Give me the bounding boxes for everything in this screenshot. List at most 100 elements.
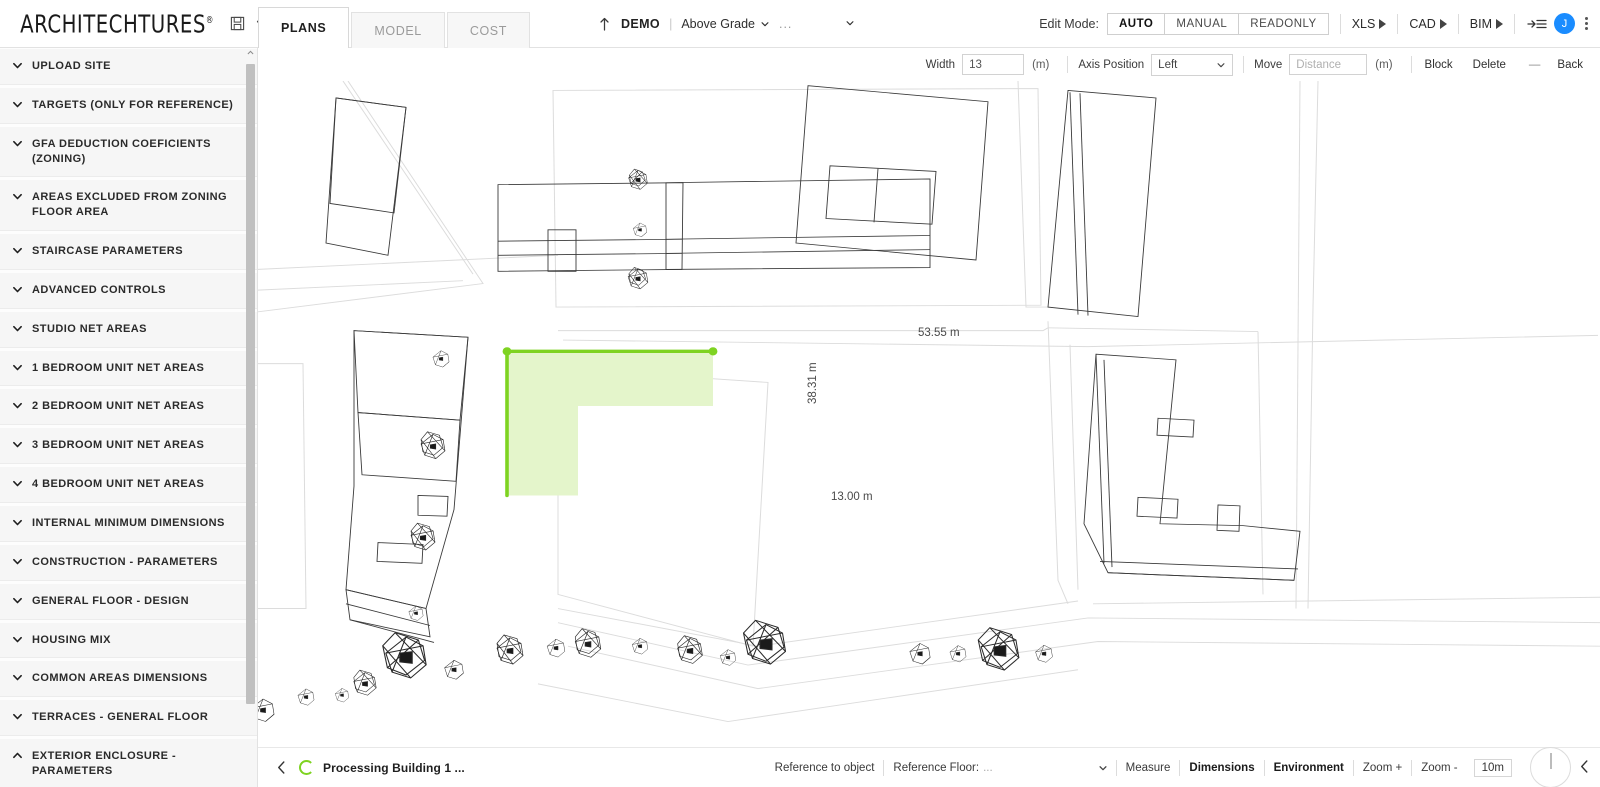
compass-needle: [1550, 753, 1551, 769]
sidebar-item-construction-parameters[interactable]: CONSTRUCTION - PARAMETERS: [0, 544, 257, 581]
sidebar-item-label: CONSTRUCTION - PARAMETERS: [32, 555, 218, 568]
divider: [1457, 13, 1459, 34]
export-cad-button[interactable]: CAD: [1409, 17, 1447, 31]
chevron-down-icon: [13, 286, 22, 293]
chevron-down-icon: [13, 558, 22, 565]
tab-cost[interactable]: COST: [446, 12, 530, 48]
sidebar-scroll-area: UPLOAD SITE TARGETS (only for reference)…: [0, 48, 257, 787]
sidebar-item-4-bedroom-unit-net-areas[interactable]: 4 BEDROOM UNIT NET AREAS: [0, 467, 257, 503]
sidebar-item-staircase-parameters[interactable]: STAIRCASE PARAMETERS: [0, 234, 257, 270]
sidebar-scrollbar[interactable]: [246, 56, 255, 787]
chevron-down-icon: [13, 636, 22, 642]
export-bim-button[interactable]: BIM: [1470, 17, 1503, 31]
reference-floor-value: ...: [983, 761, 993, 774]
kebab-menu-icon[interactable]: [1585, 17, 1588, 30]
arrow-to-list-icon[interactable]: [1526, 13, 1548, 35]
tab-plans[interactable]: PLANS: [258, 7, 350, 49]
sidebar-item-common-areas-dimensions[interactable]: COMMON AREAS DIMENSIONS: [0, 661, 257, 698]
zoom-in-button[interactable]: Zoom +: [1354, 762, 1411, 774]
edit-mode-readonly[interactable]: READONLY: [1239, 13, 1328, 34]
scale-indicator[interactable]: 10m: [1473, 758, 1512, 777]
dimension-label-top: 53.55 m: [918, 327, 960, 339]
dimension-label-left: 38.31 m: [807, 362, 819, 404]
sidebar-item-gfa-deduction-coeficients[interactable]: GFA DEDUCTION COEFICIENTS (ZONING): [0, 126, 257, 178]
sidebar-item-advanced-controls[interactable]: ADVANCED CONTROLS: [0, 272, 257, 309]
sidebar-item-upload-site[interactable]: UPLOAD SITE: [0, 49, 257, 85]
collapse-panel-icon[interactable]: [1579, 759, 1590, 777]
main-tabs: PLANS MODEL COST: [258, 0, 532, 49]
back-chevron-icon[interactable]: [270, 760, 293, 775]
distance-unit: (m): [1375, 58, 1393, 71]
grade-label: Above Grade: [681, 16, 755, 31]
edit-mode-manual[interactable]: MANUAL: [1165, 13, 1240, 34]
compass-dial-icon[interactable]: [1530, 747, 1571, 787]
vertex-handle[interactable]: [502, 347, 512, 356]
chevron-down-icon: [13, 247, 22, 254]
loading-spinner-icon: [299, 760, 314, 775]
project-dropdown-toggle[interactable]: [845, 17, 855, 31]
zoom-out-button[interactable]: Zoom -: [1412, 762, 1466, 774]
divider: [1339, 13, 1341, 34]
sidebar-item-internal-minimum-dimensions[interactable]: INTERNAL MINIMUM DIMENSIONS: [0, 505, 257, 542]
sidebar-item-studio-net-areas[interactable]: STUDIO NET AREAS: [0, 311, 257, 348]
grade-selector[interactable]: Above Grade: [681, 17, 770, 31]
axis-position-label: Axis Position: [1078, 58, 1145, 71]
chevron-down-icon: [13, 442, 22, 448]
axis-position-select[interactable]: Left: [1151, 53, 1234, 76]
tab-model[interactable]: MODEL: [351, 12, 445, 48]
reference-floor-select[interactable]: Reference Floor: ...: [884, 762, 1001, 774]
width-input[interactable]: 13: [962, 54, 1025, 75]
chevron-down-icon: [1099, 765, 1107, 770]
project-separator: |: [669, 16, 673, 31]
sidebar-item-housing-mix[interactable]: HOUSING MIX: [0, 622, 257, 659]
sidebar-item-2-bedroom-unit-net-areas[interactable]: 2 BEDROOM UNIT NET AREAS: [0, 389, 257, 426]
edit-toolbar: Width 13 (m) Axis Position Left Move Dis…: [258, 48, 1600, 81]
width-label: Width: [925, 58, 956, 71]
sidebar-item-label: 1 BEDROOM UNIT NET AREAS: [32, 361, 205, 374]
sidebar-item-label: AREAS EXCLUDED FROM ZONING FLOOR AREA: [32, 191, 228, 219]
chevron-down-icon: [13, 364, 22, 370]
chevron-down-icon: [13, 140, 22, 146]
project-name[interactable]: DEMO: [621, 17, 660, 31]
upload-arrow-icon[interactable]: [598, 13, 612, 35]
minus-button[interactable]: —: [1529, 59, 1541, 71]
chevron-down-icon: [13, 62, 22, 69]
status-bar: Processing Building 1 ... Reference to o…: [258, 747, 1600, 787]
chevron-down-icon: [13, 519, 22, 526]
sidebar-item-areas-excluded[interactable]: AREAS EXCLUDED FROM ZONING FLOOR AREA: [0, 180, 257, 232]
divider: [1067, 56, 1069, 73]
sidebar-item-exterior-enclosure-parameters[interactable]: EXTERIOR ENCLOSURE - PARAMETERS: [0, 739, 257, 787]
reference-floor-label: Reference Floor:: [893, 761, 980, 774]
sidebar-item-general-floor-design[interactable]: GENERAL FLOOR - DESIGN: [0, 583, 257, 620]
avatar[interactable]: J: [1554, 13, 1575, 34]
grade-ellipsis: ...: [778, 16, 793, 31]
reference-to-object-button[interactable]: Reference to object: [766, 762, 884, 774]
app-logo-text: ARCHITECHTURES: [20, 9, 206, 38]
dimensions-button[interactable]: Dimensions: [1180, 762, 1263, 774]
distance-input[interactable]: Distance: [1289, 54, 1368, 75]
sidebar-item-terraces-general-floor[interactable]: TERRACES - GENERAL FLOOR: [0, 700, 257, 737]
body-row: UPLOAD SITE TARGETS (only for reference)…: [0, 48, 1600, 787]
sidebar-item-3-bedroom-unit-net-areas[interactable]: 3 BEDROOM UNIT NET AREAS: [0, 428, 257, 465]
sidebar-item-label: EXTERIOR ENCLOSURE - PARAMETERS: [32, 750, 177, 777]
sidebar-item-label: 2 BEDROOM UNIT NET AREAS: [32, 400, 205, 413]
selected-plot[interactable]: [502, 347, 718, 498]
measure-button[interactable]: Measure: [1117, 762, 1180, 774]
environment-button[interactable]: Environment: [1265, 762, 1353, 774]
vertex-handle[interactable]: [708, 347, 718, 356]
back-button[interactable]: Back: [1554, 59, 1586, 71]
delete-button[interactable]: Delete: [1470, 59, 1509, 71]
site-plan-canvas[interactable]: 53.55 m 38.31 m 13.00 m: [258, 81, 1600, 747]
reference-floor-caret[interactable]: [1098, 763, 1116, 773]
edit-mode-auto[interactable]: AUTO: [1107, 13, 1166, 34]
sidebar-item-label: 3 BEDROOM UNIT NET AREAS: [32, 439, 205, 452]
export-xls-button[interactable]: XLS: [1352, 17, 1387, 31]
sidebar-item-targets[interactable]: TARGETS (only for reference): [0, 87, 257, 124]
block-button[interactable]: Block: [1422, 59, 1456, 71]
play-triangle-icon: [1379, 18, 1387, 29]
scrollbar-thumb[interactable]: [246, 64, 255, 704]
sidebar-item-1-bedroom-unit-net-areas[interactable]: 1 BEDROOM UNIT NET AREAS: [0, 350, 257, 387]
app-logo[interactable]: ARCHITECHTURES®: [20, 9, 214, 37]
save-icon[interactable]: [230, 13, 245, 35]
scrollbar-up-arrow[interactable]: [246, 48, 255, 56]
